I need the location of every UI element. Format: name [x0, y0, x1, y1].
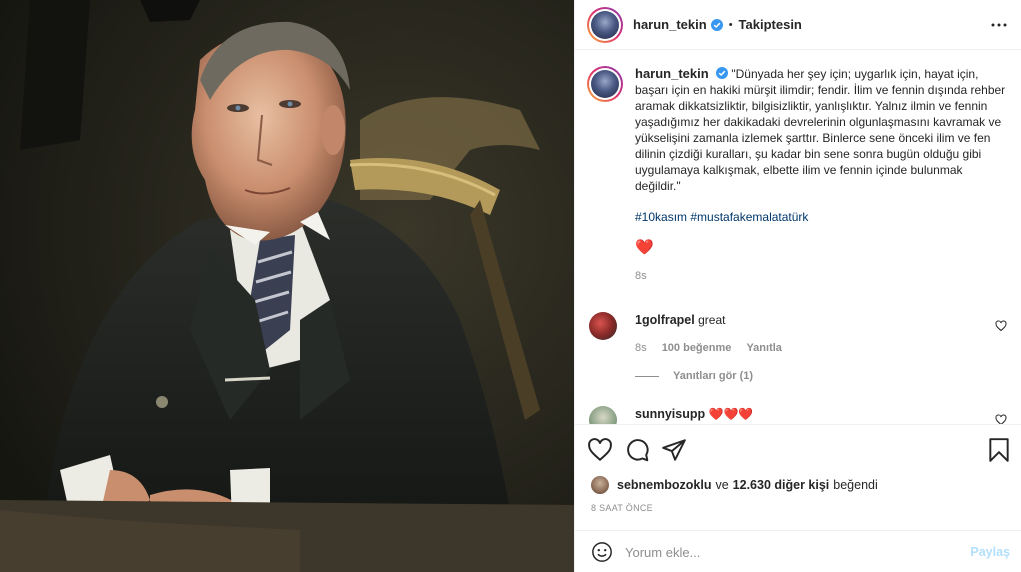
comments-list[interactable]: harun_tekin "Dünyada her şey için; uygar… — [575, 50, 1021, 424]
comment-icon[interactable] — [624, 437, 650, 463]
portrait-photo — [0, 0, 574, 572]
comment-likes[interactable]: 100 beğenme — [662, 342, 732, 354]
separator-dot: • — [728, 18, 733, 31]
author-username[interactable]: harun_tekin — [633, 17, 707, 32]
verified-badge-icon — [710, 18, 723, 31]
comment-input[interactable] — [625, 542, 955, 562]
comment-item: sunnyisupp ❤️❤️❤️ — [587, 406, 1011, 424]
more-icon — [991, 23, 1007, 27]
comment-heart-icon[interactable] — [995, 414, 1007, 424]
caption-author-avatar[interactable] — [587, 66, 623, 102]
likes-suffix: beğendi — [833, 478, 878, 492]
heart-icon[interactable] — [587, 437, 613, 463]
commenter-avatar[interactable] — [589, 312, 617, 340]
liker-avatar[interactable] — [591, 476, 609, 494]
add-comment-section: Paylaş — [575, 530, 1021, 572]
view-replies-button[interactable]: Yanıtları gör (1) — [635, 370, 1011, 382]
caption-time[interactable]: 8s — [635, 270, 1007, 282]
commenter-username[interactable]: 1golfrapel — [635, 313, 695, 327]
post-details-panel: harun_tekin • Takiptesin harun_tekin "Dü… — [574, 0, 1021, 572]
action-bar — [575, 424, 1021, 474]
follow-status-button[interactable]: Takiptesin — [739, 17, 802, 32]
comment-heart-icon[interactable] — [995, 320, 1007, 332]
author-avatar[interactable] — [587, 6, 623, 43]
post-photo[interactable] — [0, 0, 574, 572]
reply-button[interactable]: Yanıtla — [746, 342, 781, 354]
more-options-button[interactable] — [988, 14, 1010, 36]
commenter-username[interactable]: sunnyisupp — [635, 407, 705, 421]
caption-hashtags[interactable]: #10kasım #mustafakemalatatürk — [635, 210, 1007, 224]
likes-summary: sebnembozoklu ve 12.630 diğer kişi beğen… — [591, 476, 878, 494]
post-header: harun_tekin • Takiptesin — [575, 0, 1021, 50]
likes-others-link[interactable]: 12.630 diğer kişi — [733, 478, 830, 492]
liker-username[interactable]: sebnembozoklu — [617, 478, 711, 492]
post-caption: harun_tekin "Dünyada her şey için; uygar… — [587, 66, 1007, 282]
caption-emoji: ❤️ — [635, 239, 654, 256]
emoji-icon[interactable] — [591, 541, 613, 563]
verified-badge-icon — [716, 67, 729, 79]
commenter-avatar[interactable] — [589, 406, 617, 424]
caption-text: "Dünyada her şey için; uygarlık için, ha… — [635, 67, 1006, 193]
caption-author-username[interactable]: harun_tekin — [635, 66, 709, 81]
comment-item: 1golfrapel great 8s 100 beğenme Yanıtla … — [587, 312, 1011, 382]
share-comment-button[interactable]: Paylaş — [970, 545, 1010, 559]
bookmark-icon[interactable] — [986, 437, 1012, 463]
paper-plane-icon[interactable] — [661, 437, 687, 463]
post-timestamp[interactable]: 8 SAAT ÖNCE — [591, 503, 653, 513]
likes-and: ve — [715, 478, 729, 492]
comment-time[interactable]: 8s — [635, 342, 647, 354]
comment-text: ❤️❤️❤️ — [708, 407, 754, 421]
comment-text: great — [698, 313, 726, 327]
